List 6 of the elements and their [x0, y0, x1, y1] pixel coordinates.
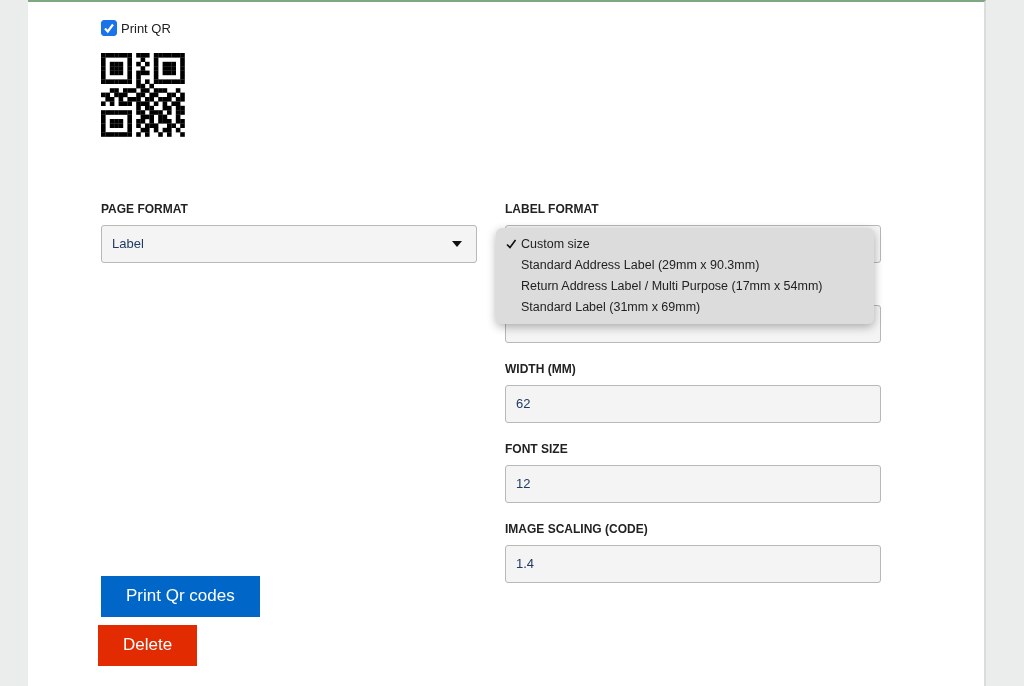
field-label: IMAGE SCALING (CODE): [505, 520, 649, 537]
field-label: FONT SIZE: [505, 440, 569, 457]
checkbox-label: Print QR: [121, 20, 171, 36]
field-label: PAGE FORMAT: [101, 200, 189, 217]
field-label: WIDTH (MM): [505, 360, 577, 377]
field-label: LABEL FORMAT: [505, 200, 600, 217]
